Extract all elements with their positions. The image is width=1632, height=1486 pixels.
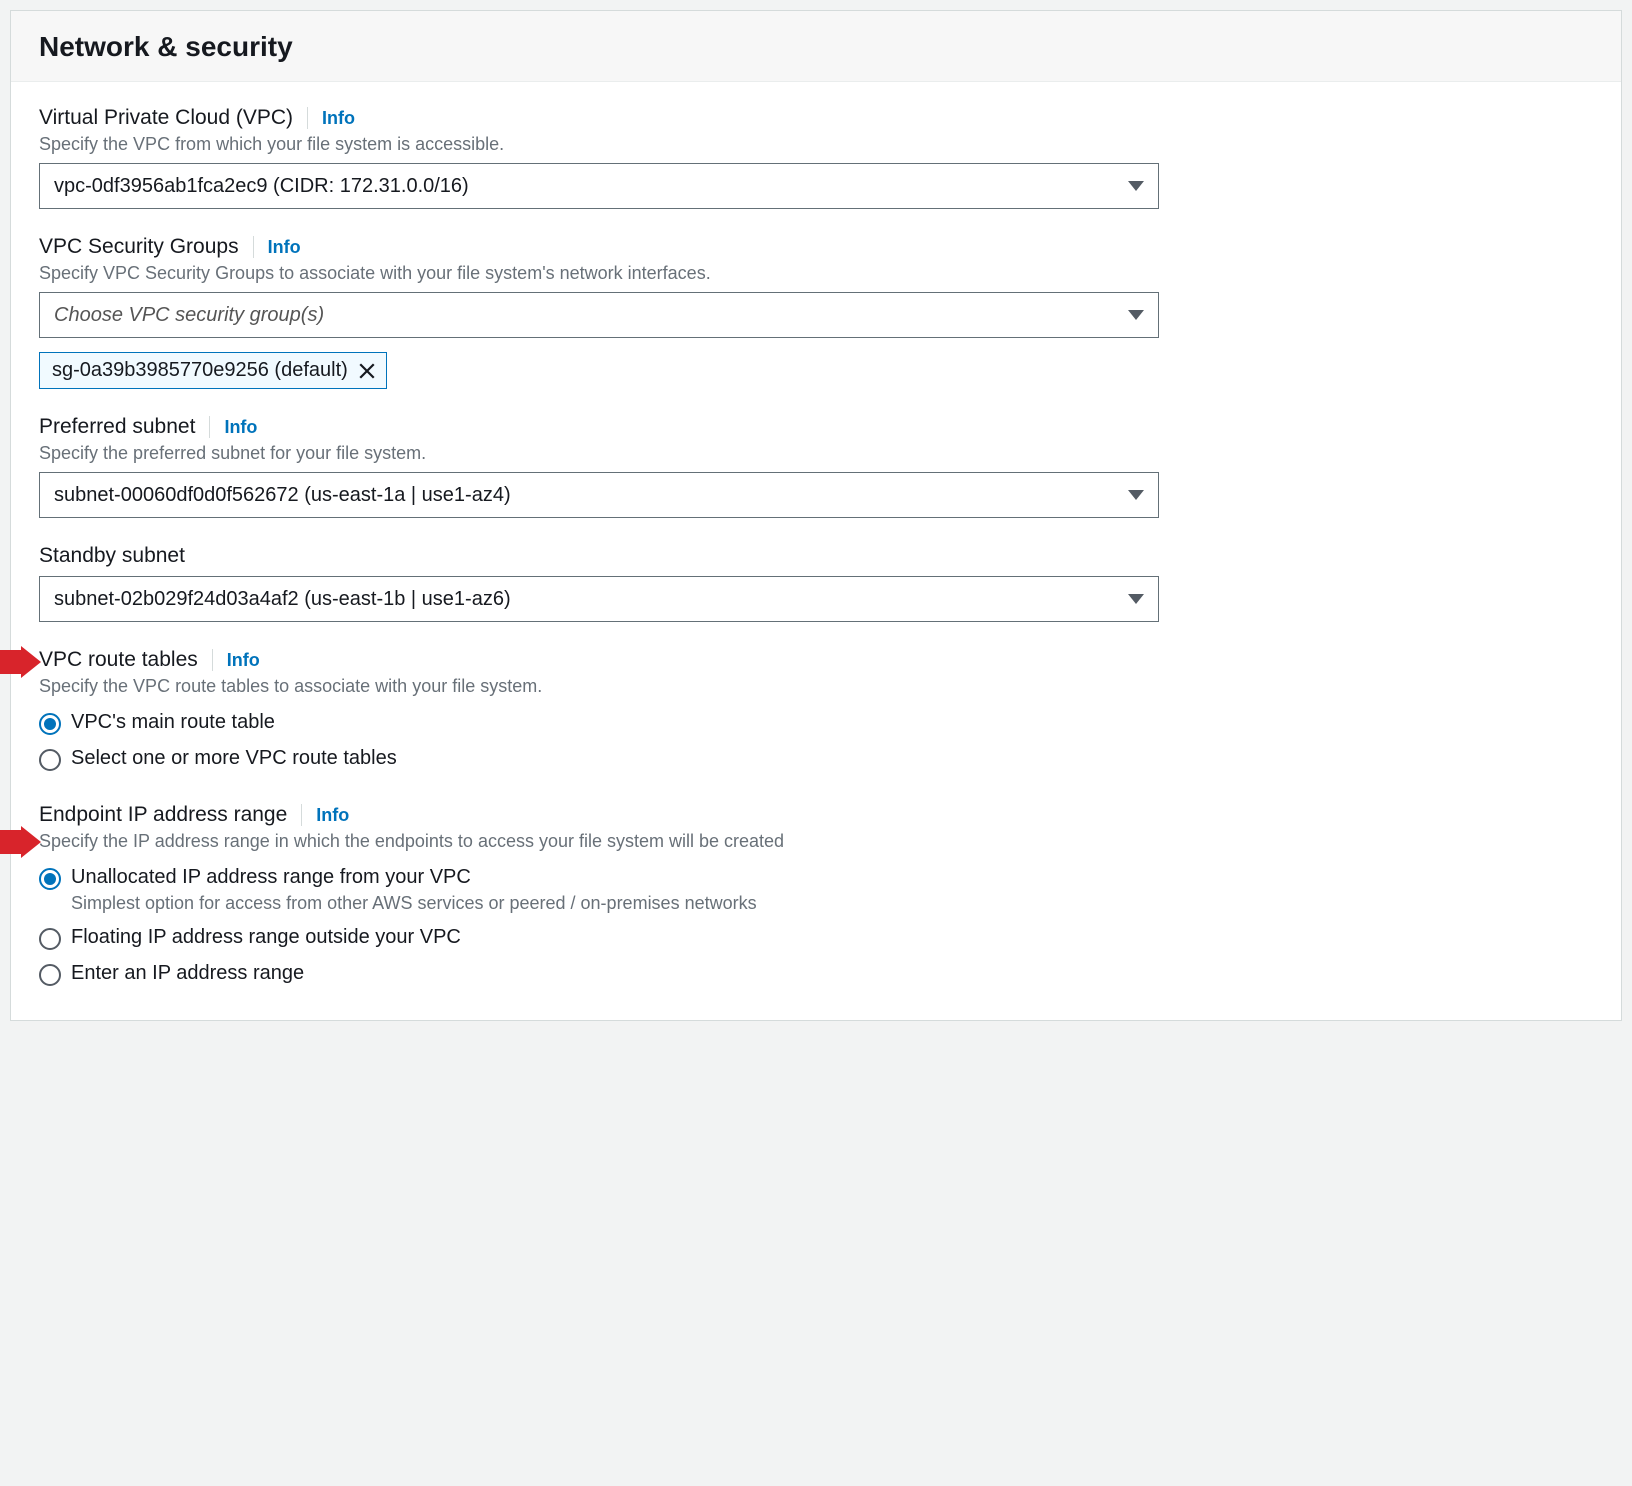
preferred-subnet-info-link[interactable]: Info	[224, 417, 257, 438]
sg-label: VPC Security Groups	[39, 235, 239, 259]
sg-helper: Specify VPC Security Groups to associate…	[39, 263, 1593, 284]
security-groups-field: VPC Security Groups Info Specify VPC Sec…	[39, 235, 1593, 389]
vpc-info-link[interactable]: Info	[322, 108, 355, 129]
radio-label: Enter an IP address range	[71, 962, 304, 985]
vpc-select[interactable]: vpc-0df3956ab1fca2ec9 (CIDR: 172.31.0.0/…	[39, 163, 1159, 209]
standby-subnet-value: subnet-02b029f24d03a4af2 (us-east-1b | u…	[54, 588, 511, 611]
standby-subnet-label: Standby subnet	[39, 544, 185, 568]
route-tables-option-main[interactable]: VPC's main route table	[39, 705, 1593, 741]
route-tables-info-link[interactable]: Info	[227, 650, 260, 671]
annotation-arrow-icon	[0, 812, 41, 858]
route-tables-field: VPC route tables Info Specify the VPC ro…	[39, 648, 1593, 777]
vpc-helper: Specify the VPC from which your file sys…	[39, 134, 1593, 155]
endpoint-range-helper: Specify the IP address range in which th…	[39, 831, 1593, 852]
preferred-subnet-field: Preferred subnet Info Specify the prefer…	[39, 415, 1593, 518]
divider	[253, 236, 254, 258]
vpc-label: Virtual Private Cloud (VPC)	[39, 106, 293, 130]
route-tables-helper: Specify the VPC route tables to associat…	[39, 676, 1593, 697]
sg-tag[interactable]: sg-0a39b3985770e9256 (default)	[39, 352, 387, 389]
route-tables-radio-group: VPC's main route table Select one or mor…	[39, 705, 1593, 777]
panel-body: Virtual Private Cloud (VPC) Info Specify…	[11, 81, 1621, 1020]
endpoint-option-enter[interactable]: Enter an IP address range	[39, 956, 1593, 992]
radio-label: Floating IP address range outside your V…	[71, 926, 461, 949]
radio-icon	[39, 749, 61, 771]
route-tables-option-select[interactable]: Select one or more VPC route tables	[39, 741, 1593, 777]
radio-sublabel: Simplest option for access from other AW…	[71, 893, 757, 914]
preferred-subnet-helper: Specify the preferred subnet for your fi…	[39, 443, 1593, 464]
endpoint-range-radio-group: Unallocated IP address range from your V…	[39, 860, 1593, 992]
chevron-down-icon	[1128, 594, 1144, 604]
sg-select[interactable]: Choose VPC security group(s)	[39, 292, 1159, 338]
standby-subnet-select[interactable]: subnet-02b029f24d03a4af2 (us-east-1b | u…	[39, 576, 1159, 622]
sg-tag-label: sg-0a39b3985770e9256 (default)	[52, 359, 348, 382]
endpoint-range-field: Endpoint IP address range Info Specify t…	[39, 803, 1593, 992]
vpc-select-value: vpc-0df3956ab1fca2ec9 (CIDR: 172.31.0.0/…	[54, 175, 469, 198]
vpc-field: Virtual Private Cloud (VPC) Info Specify…	[39, 106, 1593, 209]
endpoint-option-unallocated[interactable]: Unallocated IP address range from your V…	[39, 860, 1593, 920]
endpoint-range-info-link[interactable]: Info	[316, 805, 349, 826]
chevron-down-icon	[1128, 181, 1144, 191]
chevron-down-icon	[1128, 490, 1144, 500]
route-tables-label: VPC route tables	[39, 648, 198, 672]
radio-label: Select one or more VPC route tables	[71, 747, 397, 770]
divider	[307, 107, 308, 129]
divider	[301, 804, 302, 826]
sg-placeholder: Choose VPC security group(s)	[54, 304, 324, 327]
endpoint-option-floating[interactable]: Floating IP address range outside your V…	[39, 920, 1593, 956]
close-icon[interactable]	[358, 362, 376, 380]
annotation-arrow-icon	[0, 632, 41, 678]
radio-icon	[39, 713, 61, 735]
panel-header: Network & security	[11, 11, 1621, 81]
radio-label: VPC's main route table	[71, 711, 275, 734]
endpoint-range-label: Endpoint IP address range	[39, 803, 287, 827]
preferred-subnet-value: subnet-00060df0d0f562672 (us-east-1a | u…	[54, 484, 511, 507]
panel-title: Network & security	[39, 31, 1593, 63]
divider	[212, 649, 213, 671]
standby-subnet-field: Standby subnet subnet-02b029f24d03a4af2 …	[39, 544, 1593, 622]
preferred-subnet-label: Preferred subnet	[39, 415, 195, 439]
radio-label: Unallocated IP address range from your V…	[71, 866, 757, 889]
radio-icon	[39, 868, 61, 890]
sg-info-link[interactable]: Info	[268, 237, 301, 258]
radio-icon	[39, 928, 61, 950]
network-security-panel: Network & security Virtual Private Cloud…	[10, 10, 1622, 1021]
radio-icon	[39, 964, 61, 986]
divider	[209, 416, 210, 438]
preferred-subnet-select[interactable]: subnet-00060df0d0f562672 (us-east-1a | u…	[39, 472, 1159, 518]
chevron-down-icon	[1128, 310, 1144, 320]
